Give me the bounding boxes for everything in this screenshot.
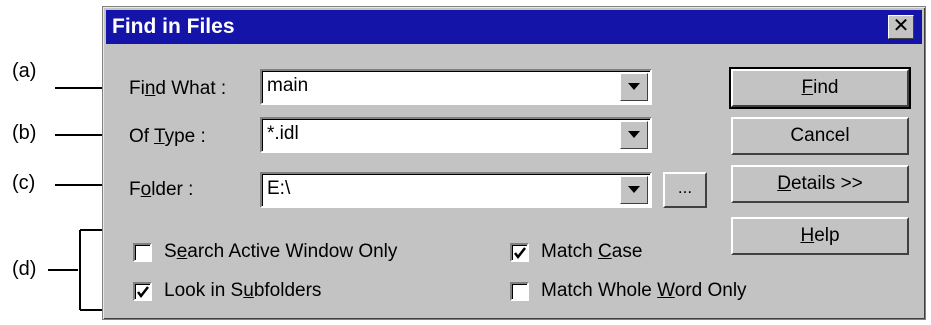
callout-c-label: (c) — [12, 172, 36, 194]
find-what-dropdown-button[interactable] — [620, 73, 648, 101]
triangle-down-icon — [628, 131, 640, 138]
checkmark-icon — [514, 246, 526, 259]
match-case-box[interactable] — [510, 242, 529, 262]
title-bar[interactable]: Find in Files ✕ — [106, 10, 922, 44]
folder-value[interactable]: E:\ — [267, 174, 290, 204]
find-in-files-dialog: Find in Files ✕ Find What : main Of Type… — [102, 6, 926, 320]
browse-folder-button[interactable]: ... — [663, 172, 707, 208]
close-button[interactable]: ✕ — [888, 15, 914, 39]
find-what-label: Find What : — [129, 78, 227, 99]
figure: (a) (b) (c) (d) Find in Files ✕ Find Wha… — [0, 0, 931, 325]
of-type-combo[interactable]: *.idl — [260, 117, 652, 153]
callout-b-label: (b) — [12, 122, 37, 144]
folder-label: Folder : — [129, 179, 194, 200]
callout-d-label: (d) — [12, 258, 37, 280]
find-button[interactable]: Find — [729, 67, 911, 109]
of-type-value[interactable]: *.idl — [267, 119, 299, 149]
callout-a-label: (a) — [12, 60, 37, 82]
find-what-value[interactable]: main — [267, 71, 308, 101]
triangle-down-icon — [628, 186, 640, 193]
look-in-subfolders-label: Look in Subfolders — [164, 280, 322, 301]
cancel-button[interactable]: Cancel — [731, 117, 909, 155]
match-whole-word-only-checkbox[interactable]: Match Whole Word Only — [510, 280, 747, 302]
close-icon: ✕ — [892, 15, 910, 37]
of-type-label: Of Type : — [129, 126, 206, 147]
match-case-checkbox[interactable]: Match Case — [510, 241, 642, 263]
look-in-subfolders-checkbox[interactable]: Look in Subfolders — [133, 280, 321, 302]
find-what-combo[interactable]: main — [260, 69, 652, 105]
search-active-window-only-box[interactable] — [133, 242, 152, 262]
help-button[interactable]: Help — [731, 217, 909, 255]
details-button[interactable]: Details >> — [731, 165, 909, 203]
search-active-window-only-checkbox[interactable]: Search Active Window Only — [133, 241, 397, 263]
search-active-window-only-label: Search Active Window Only — [164, 241, 398, 262]
of-type-dropdown-button[interactable] — [620, 121, 648, 149]
match-case-label: Match Case — [541, 241, 643, 262]
folder-combo[interactable]: E:\ — [260, 172, 652, 208]
match-whole-word-only-label: Match Whole Word Only — [541, 280, 747, 301]
match-whole-word-only-box[interactable] — [510, 281, 529, 301]
triangle-down-icon — [628, 83, 640, 90]
folder-dropdown-button[interactable] — [620, 176, 648, 204]
look-in-subfolders-box[interactable] — [133, 281, 152, 301]
window-title: Find in Files — [112, 15, 235, 38]
checkmark-icon — [137, 285, 149, 298]
